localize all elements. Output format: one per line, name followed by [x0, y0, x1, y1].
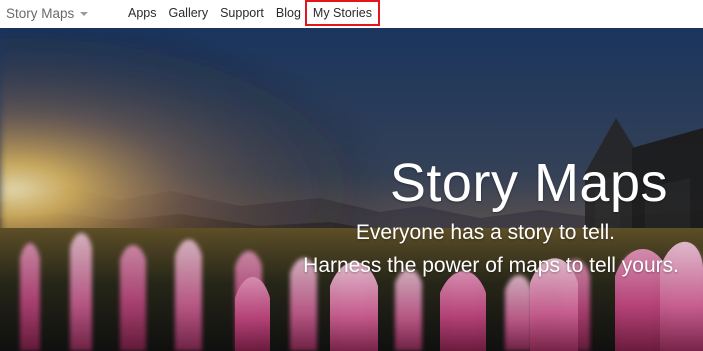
brand-menu[interactable]: Story Maps	[6, 3, 89, 23]
top-navigation-bar: Story Maps Apps Gallery Support Blog My …	[0, 0, 703, 28]
nav-my-stories-link[interactable]: My Stories	[304, 0, 380, 26]
nav-apps-link[interactable]: Apps	[128, 3, 163, 23]
hero-tagline-line2: Harness the power of maps to tell yours.	[303, 254, 679, 278]
hero-tagline-line1: Everyone has a story to tell.	[355, 221, 615, 244]
nav-gallery-link[interactable]: Gallery	[163, 3, 215, 23]
brand-label: Story Maps	[6, 5, 75, 21]
hero-title: Story Maps	[389, 153, 668, 213]
nav-blog-link[interactable]: Blog	[270, 3, 307, 23]
hero-banner: Story Maps Everyone has a story to tell.…	[0, 28, 703, 351]
nav-support-link[interactable]: Support	[214, 3, 270, 23]
main-nav: Apps Gallery Support Blog My Stories	[128, 0, 380, 26]
hero-text-block: Story Maps Everyone has a story to tell.…	[259, 156, 679, 278]
chevron-down-icon	[80, 12, 89, 16]
